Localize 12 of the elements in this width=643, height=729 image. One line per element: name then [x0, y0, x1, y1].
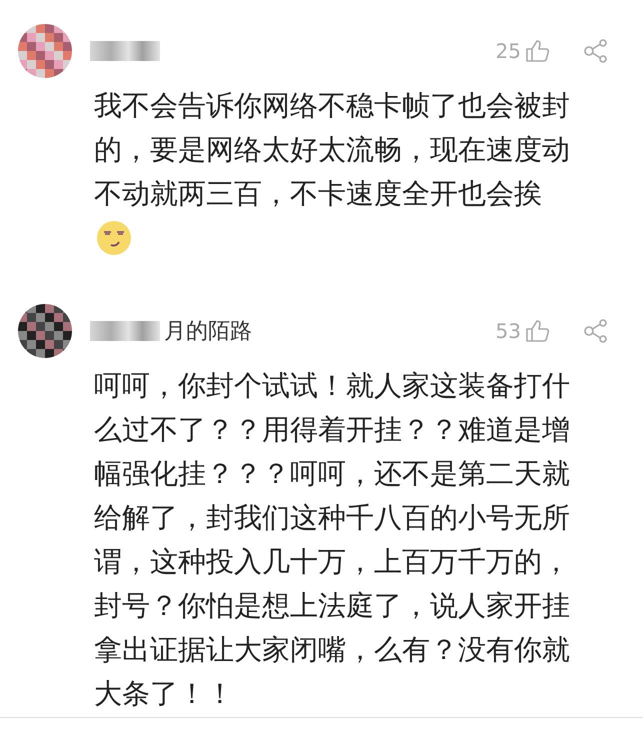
- like-button[interactable]: 25: [496, 39, 551, 63]
- blurred-name: [90, 321, 160, 341]
- blurred-name: [90, 41, 160, 61]
- thumbs-up-icon: [525, 319, 551, 343]
- avatar[interactable]: [18, 304, 72, 358]
- share-icon[interactable]: [583, 318, 609, 344]
- thumbs-up-icon: [525, 39, 551, 63]
- username[interactable]: 月的陌路: [164, 316, 252, 346]
- like-button[interactable]: 53: [496, 319, 551, 343]
- comment-text: 呵呵，你封个试试！就人家这装备打什么过不了？？用得着开挂？？难道是增幅强化挂？？？呵呵，还不是第二天就给解了，封我们这种千八百的小号无所谓，这种投入几十万，上百万千万的，封号？你怕是想上法庭了，说人家开挂拿出证据让大家闭嘴，么有？没有你就大条了！！: [94, 368, 571, 712]
- comment-text: 我不会告诉你网络不稳卡帧了也会被封的，要是网络太好太流畅，现在速度动不动就两三百，不卡速度全开也会挨: [94, 88, 571, 212]
- share-icon[interactable]: [583, 38, 609, 64]
